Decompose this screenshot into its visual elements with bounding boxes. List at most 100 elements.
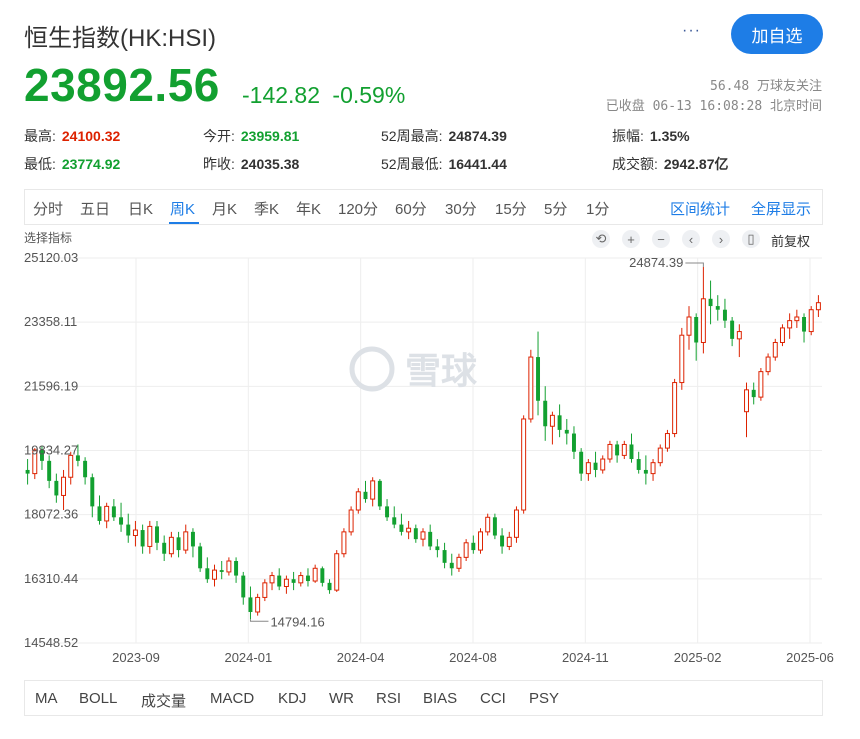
more-icon[interactable]: ··· bbox=[682, 22, 701, 40]
candle bbox=[104, 502, 110, 529]
candle-body bbox=[643, 469, 648, 474]
stat-52w-high: 52周最高: 24874.39 bbox=[381, 126, 507, 146]
candle-body bbox=[119, 517, 124, 525]
candle-body bbox=[205, 568, 210, 580]
tab-monthly-k[interactable]: 月K bbox=[212, 198, 237, 219]
candle-body bbox=[593, 462, 598, 470]
candle-body bbox=[456, 556, 462, 569]
candle-body bbox=[413, 528, 418, 540]
candle-body bbox=[463, 542, 469, 558]
stat-low: 最低: 23774.92 bbox=[24, 154, 120, 174]
candle-body bbox=[600, 458, 606, 471]
candle bbox=[549, 411, 555, 445]
indicator-boll[interactable]: BOLL bbox=[79, 690, 117, 707]
indicator-kdj[interactable]: KDJ bbox=[278, 690, 306, 707]
zoom-in-icon[interactable]: + bbox=[622, 230, 640, 248]
candle-body bbox=[327, 582, 332, 591]
candle-body bbox=[815, 302, 821, 311]
candle-body bbox=[147, 525, 153, 547]
candle-body bbox=[664, 433, 670, 449]
candlestick-chart[interactable]: 雪球 25120.03 23358.11 21596.19 19834.27 18072… bbox=[0, 250, 860, 675]
indicator-macd[interactable]: MACD bbox=[210, 690, 254, 707]
candle bbox=[147, 520, 153, 554]
candle bbox=[262, 579, 268, 602]
candle-body bbox=[341, 531, 347, 555]
candle-body bbox=[485, 516, 491, 533]
candle-body bbox=[808, 309, 814, 333]
indicator-bias[interactable]: BIAS bbox=[423, 690, 457, 707]
candle-body bbox=[521, 418, 527, 511]
indicator-wr[interactable]: WR bbox=[329, 690, 354, 707]
candle-body bbox=[772, 341, 778, 358]
range-stats-link[interactable]: 区间统计 bbox=[670, 198, 730, 219]
candle-body bbox=[54, 480, 59, 496]
candle bbox=[327, 579, 332, 594]
tab-120min[interactable]: 120分 bbox=[338, 198, 378, 219]
candle-body bbox=[198, 546, 203, 569]
candle bbox=[571, 426, 576, 460]
candle bbox=[679, 327, 685, 390]
tab-15min[interactable]: 15分 bbox=[495, 198, 527, 219]
candle bbox=[815, 295, 821, 317]
fullscreen-link[interactable]: 全屏显示 bbox=[751, 198, 811, 219]
stat-open: 今开: 23959.81 bbox=[203, 126, 299, 146]
scroll-right-icon[interactable]: › bbox=[712, 230, 730, 248]
stat-amplitude: 振幅: 1.35% bbox=[612, 126, 690, 146]
candle-series bbox=[25, 266, 821, 620]
candle-body bbox=[385, 506, 390, 518]
candle bbox=[363, 480, 368, 503]
tab-weekly-k[interactable]: 周K bbox=[170, 198, 195, 219]
tab-quarterly-k[interactable]: 季K bbox=[254, 198, 279, 219]
tab-5min[interactable]: 5分 bbox=[544, 198, 567, 219]
candle bbox=[132, 520, 138, 547]
candle-body bbox=[68, 454, 74, 478]
indicator-ma[interactable]: MA bbox=[35, 690, 58, 707]
undo-icon[interactable]: ⟲ bbox=[592, 230, 610, 248]
candle bbox=[593, 451, 598, 478]
candle bbox=[751, 382, 756, 405]
candle-style-icon[interactable]: ▯ bbox=[742, 230, 760, 248]
candle bbox=[672, 378, 678, 438]
tab-60min[interactable]: 60分 bbox=[395, 198, 427, 219]
indicator-rsi[interactable]: RSI bbox=[376, 690, 401, 707]
tab-five-day[interactable]: 五日 bbox=[80, 198, 110, 219]
indicator-psy[interactable]: PSY bbox=[529, 690, 559, 707]
candle bbox=[636, 451, 641, 474]
candle-body bbox=[686, 316, 692, 336]
indicator-cci[interactable]: CCI bbox=[480, 690, 506, 707]
candle-body bbox=[255, 596, 261, 613]
candle bbox=[643, 455, 648, 485]
candle bbox=[650, 459, 656, 481]
annotation-leader bbox=[685, 262, 704, 267]
candle bbox=[255, 593, 261, 616]
price-change: -142.82 -0.59% bbox=[242, 82, 405, 109]
select-indicator-link[interactable]: 选择指标 bbox=[24, 229, 72, 246]
tab-1min[interactable]: 1分 bbox=[586, 198, 609, 219]
candle bbox=[657, 444, 663, 467]
indicator-volume[interactable]: 成交量 bbox=[141, 690, 186, 711]
tab-30min[interactable]: 30分 bbox=[445, 198, 477, 219]
stat-value: 24100.32 bbox=[61, 128, 121, 144]
price-adjust-label[interactable]: 前复权 bbox=[771, 231, 810, 250]
candle bbox=[758, 367, 764, 401]
add-watchlist-button[interactable]: 加自选 bbox=[731, 14, 823, 54]
candle bbox=[730, 316, 735, 347]
candle bbox=[485, 513, 491, 536]
candle-body bbox=[607, 443, 613, 460]
tab-daily-k[interactable]: 日K bbox=[128, 198, 153, 219]
candle-body bbox=[636, 459, 641, 470]
xueqiu-watermark: 雪球 bbox=[349, 346, 478, 392]
candle bbox=[176, 531, 181, 558]
zoom-out-icon[interactable]: − bbox=[652, 230, 670, 248]
tab-intraday[interactable]: 分时 bbox=[33, 198, 63, 219]
scroll-left-icon[interactable]: ‹ bbox=[682, 230, 700, 248]
current-price: 23892.56 bbox=[24, 59, 220, 111]
candle-body bbox=[758, 371, 764, 398]
candle bbox=[435, 539, 440, 558]
candle bbox=[283, 575, 289, 594]
candle-body bbox=[736, 331, 742, 340]
tab-yearly-k[interactable]: 年K bbox=[296, 198, 321, 219]
candle bbox=[629, 433, 634, 463]
candle-body bbox=[377, 480, 382, 507]
candle bbox=[765, 353, 771, 376]
